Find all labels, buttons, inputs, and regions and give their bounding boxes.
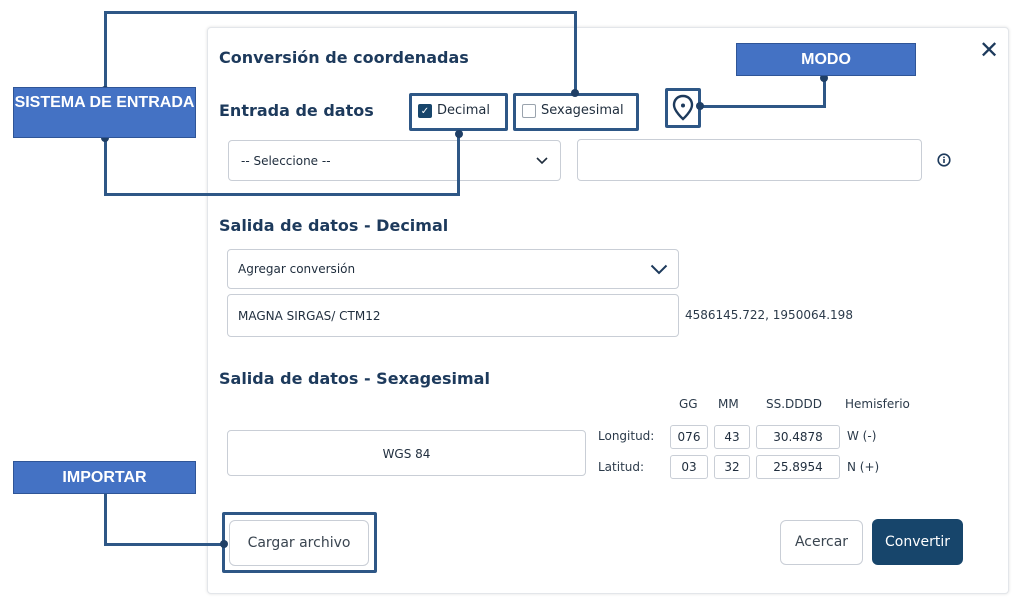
callout-mode: MODO [736,43,916,76]
zoom-button[interactable]: Acercar [780,520,863,565]
input-system-select[interactable]: -- Seleccione -- [228,140,561,181]
input-system-select-value: -- Seleccione -- [241,153,331,168]
connector-line [574,11,577,93]
callout-input-system: SISTEMA DE ENTRADA [13,87,196,138]
add-conversion-select-value: Agregar conversión [238,262,356,276]
connector-dot [571,89,579,97]
connector-line [104,493,107,545]
connector-line [104,136,107,195]
chevron-down-icon [650,264,668,274]
close-icon[interactable]: ✕ [979,38,999,62]
column-hemisphere: Hemisferio [845,397,910,411]
column-mm: MM [718,397,739,411]
connector-line [104,543,224,546]
longitude-ss[interactable]: 30.4878 [756,425,840,449]
callout-import: IMPORTAR [13,461,196,494]
input-heading: Entrada de datos [219,101,374,120]
longitude-hemisphere: W (-) [847,429,877,443]
connector-line [104,11,576,14]
convert-button[interactable]: Convertir [872,519,963,565]
longitude-mm[interactable]: 43 [714,425,750,449]
sexagesimal-output-heading: Salida de datos - Sexagesimal [219,369,490,388]
latitude-mm[interactable]: 32 [714,455,750,479]
chevron-down-icon [536,156,548,164]
add-conversion-select[interactable]: Agregar conversión [227,249,679,289]
connector-line [104,193,459,196]
connector-dot [455,130,463,138]
sexagesimal-system-field[interactable]: WGS 84 [227,430,586,476]
connector-dot [696,102,704,110]
coordinates-input[interactable] [577,139,922,181]
connector-line [104,11,107,89]
decimal-highlight [409,93,508,131]
latitude-ss[interactable]: 25.8954 [756,455,840,479]
connector-line [457,130,460,196]
column-ss: SS.DDDD [766,397,823,411]
dialog-title: Conversión de coordenadas [219,48,469,67]
column-gg: GG [679,397,698,411]
decimal-system-field[interactable]: MAGNA SIRGAS/ CTM12 [227,294,679,337]
import-highlight [222,512,377,573]
latitude-label: Latitud: [598,460,645,474]
decimal-result: 4586145.722, 1950064.198 [685,308,853,322]
connector-line [700,105,826,108]
connector-dot [220,540,228,548]
info-icon[interactable] [936,152,952,168]
latitude-hemisphere: N (+) [847,460,880,474]
latitude-gg[interactable]: 03 [670,455,708,479]
longitude-gg[interactable]: 076 [670,425,708,449]
decimal-output-heading: Salida de datos - Decimal [219,216,449,235]
sexagesimal-highlight [513,93,639,131]
longitude-label: Longitud: [598,429,655,443]
